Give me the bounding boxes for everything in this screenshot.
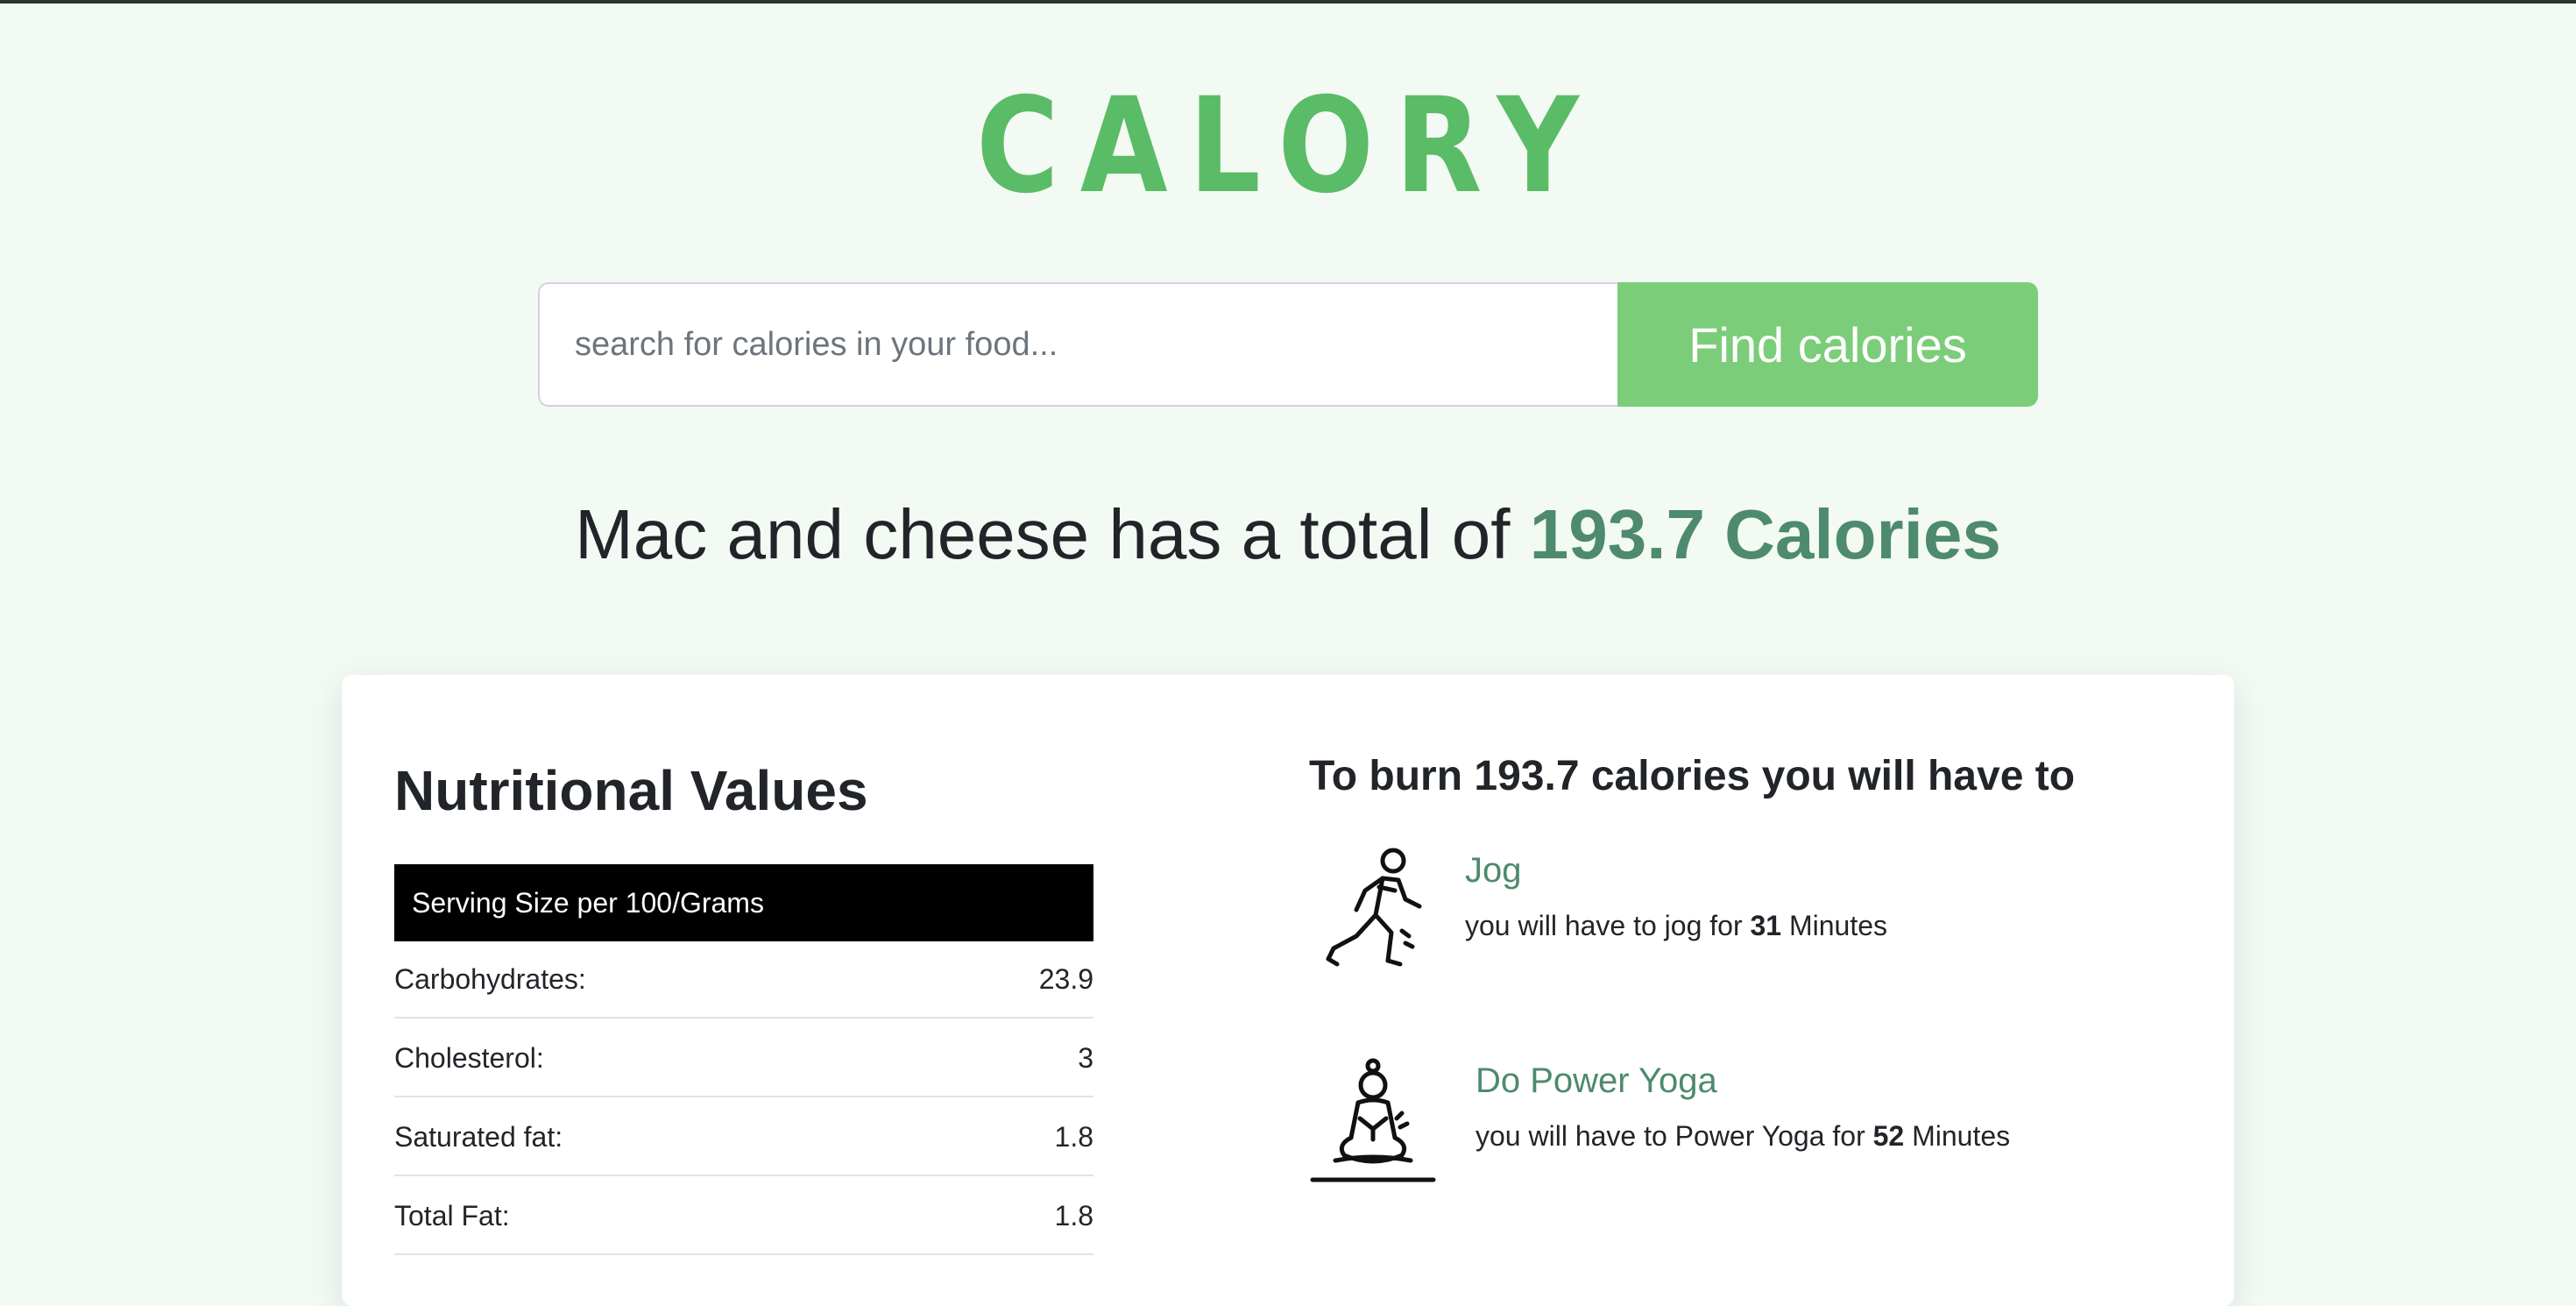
activity-unit: Minutes <box>1912 1120 2011 1152</box>
search-bar: Find calories <box>538 282 2038 407</box>
activity-name: Jog <box>1465 851 1522 890</box>
nutrition-label: Carbohydrates: <box>394 962 586 995</box>
activity-name: Do Power Yoga <box>1476 1061 1717 1100</box>
food-name: Mac and cheese <box>575 495 1090 573</box>
yoga-icon <box>1310 1058 1436 1182</box>
nutrition-value: 1.8 <box>1054 1199 1093 1231</box>
nutrition-row: Carbohydrates: 23.9 <box>394 941 1093 1019</box>
search-input[interactable] <box>538 282 1617 407</box>
nutrition-row: Cholesterol: 3 <box>394 1020 1093 1097</box>
nutrition-label: Cholesterol: <box>394 1041 544 1074</box>
nutrition-label: Saturated fat: <box>394 1120 563 1153</box>
nutrition-label: Total Fat: <box>394 1199 510 1231</box>
result-text: has a total of <box>1108 495 1511 573</box>
nutrition-value: 1.8 <box>1054 1120 1093 1153</box>
activity-unit: Minutes <box>1788 910 1888 941</box>
top-border <box>0 0 2576 4</box>
nutrition-value: 23.9 <box>1038 962 1093 995</box>
calorie-result: Mac and cheese has a total of 193.7 Calo… <box>0 491 2576 578</box>
nutrition-row: Total Fat: 1.8 <box>394 1178 1093 1255</box>
app-logo: CALORY <box>976 70 1600 223</box>
find-calories-button[interactable]: Find calories <box>1617 282 2038 407</box>
result-card: Nutritional Values Serving Size per 100/… <box>342 675 2234 1306</box>
total-calories: 193.7 Calories <box>1529 495 2001 573</box>
activity-description: you will have to jog for 31 Minutes <box>1465 906 1887 945</box>
jogging-icon <box>1326 848 1422 967</box>
nutrition-row: Saturated fat: 1.8 <box>394 1099 1093 1176</box>
activity-desc-prefix: you will have to jog for <box>1465 910 1743 941</box>
serving-size-header: Serving Size per 100/Grams <box>394 864 1093 941</box>
nutrition-title: Nutritional Values <box>394 759 868 822</box>
activity-minutes: 31 <box>1750 910 1782 941</box>
activity-minutes: 52 <box>1872 1120 1905 1152</box>
activity-description: you will have to Power Yoga for 52 Minut… <box>1476 1117 2010 1155</box>
burn-title: To burn 193.7 calories you will have to <box>1309 753 2076 799</box>
activity-desc-prefix: you will have to Power Yoga for <box>1476 1120 1865 1152</box>
nutrition-value: 3 <box>1078 1041 1093 1074</box>
